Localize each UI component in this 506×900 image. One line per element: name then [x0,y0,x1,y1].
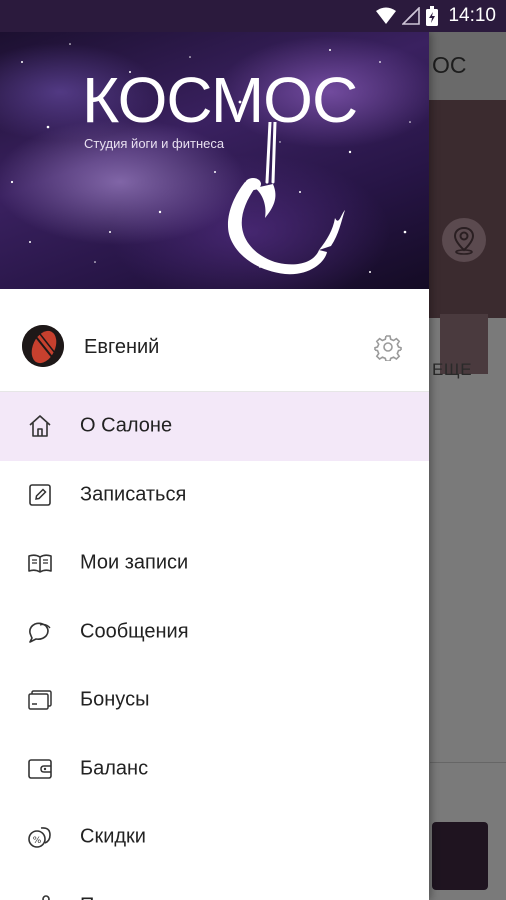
menu-item-bonuses[interactable]: Бонусы [0,666,429,735]
share-icon [42,894,50,900]
svg-text:%: % [33,836,42,846]
book-icon [28,554,52,574]
status-time: 14:10 [448,5,496,26]
menu-label: Бонусы [80,688,150,711]
drawer-menu: О Салоне Записаться Мои записи Сообщения… [0,392,429,900]
signal-icon [402,7,421,25]
wallet-icon [28,758,52,779]
user-profile-row[interactable]: Евгений [0,289,429,392]
menu-label: Скидки [80,825,146,848]
battery-icon [426,6,439,26]
logo-subtitle: Студия йоги и фитнеса [84,136,225,151]
menu-item-discounts[interactable]: % Скидки [0,803,429,872]
location-pin-icon [442,218,486,262]
menu-item-share[interactable]: П [0,872,429,900]
gear-icon[interactable] [374,333,402,361]
wifi-icon [376,7,397,24]
chat-icon [29,622,51,643]
background-divider [430,762,506,763]
drawer-header: КОСМОС Студия йоги и фитнеса [0,32,429,289]
menu-item-messages[interactable]: Сообщения [0,598,429,667]
background-more-link: ЕЩЕ [432,360,473,379]
menu-label: Сообщения [80,620,189,643]
menu-label: П [80,894,94,900]
navigation-drawer[interactable]: КОСМОС Студия йоги и фитнеса Евгений О С… [0,32,429,900]
menu-item-about-salon[interactable]: О Салоне [0,392,429,461]
background-button [432,822,488,890]
menu-item-my-bookings[interactable]: Мои записи [0,529,429,598]
menu-label: Мои записи [80,551,189,574]
menu-item-book[interactable]: Записаться [0,461,429,530]
user-name: Евгений [84,336,160,358]
avatar[interactable] [22,325,64,367]
menu-label: Баланс [80,757,149,780]
menu-label: Записаться [80,483,187,506]
menu-label: О Салоне [80,414,173,437]
aerial-yoga-figure-logo [227,122,345,275]
home-icon [29,415,51,438]
discount-icon: % [28,827,51,849]
background-title: ОС [432,52,467,78]
status-bar: 14:10 [0,0,506,32]
status-icons: 14:10 [376,0,496,32]
card-icon [28,690,52,710]
menu-item-balance[interactable]: Баланс [0,735,429,804]
edit-icon [29,483,51,506]
